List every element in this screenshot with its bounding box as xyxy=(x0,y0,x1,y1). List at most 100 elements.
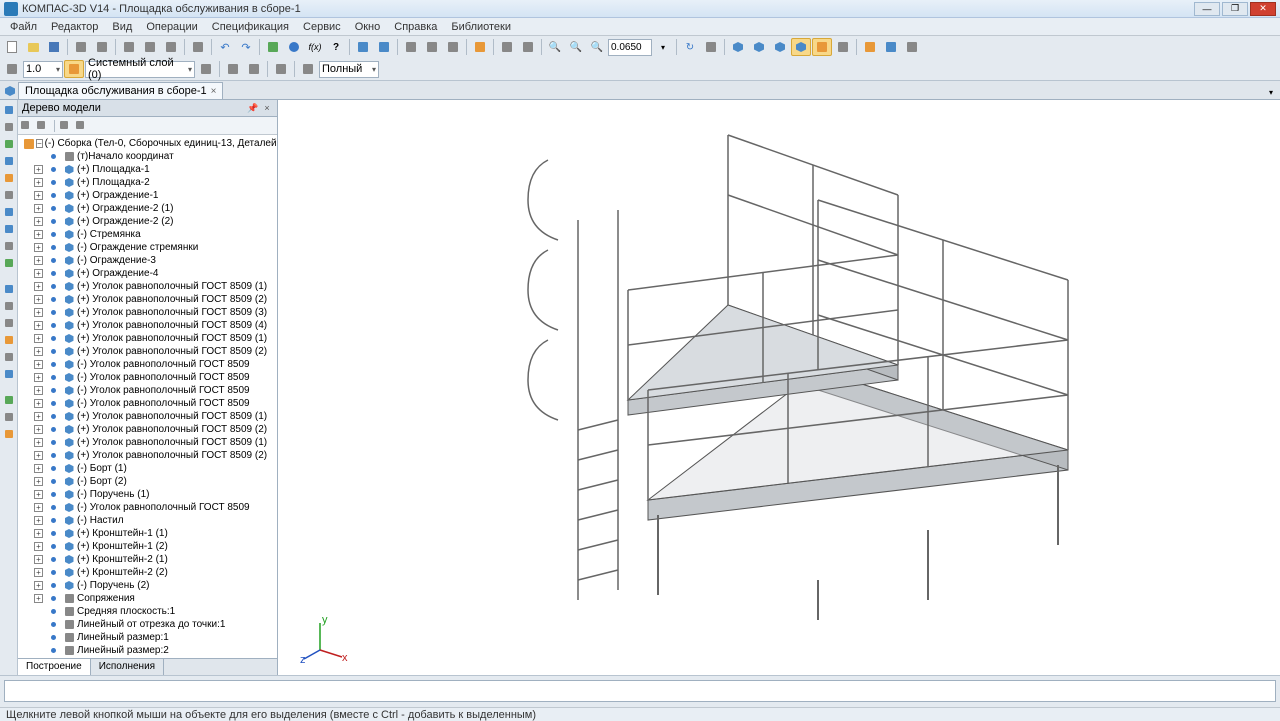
tool-i[interactable] xyxy=(833,38,853,56)
globe-button[interactable] xyxy=(284,38,304,56)
shade-edges-button[interactable] xyxy=(791,38,811,56)
orbit-button[interactable] xyxy=(701,38,721,56)
tree-node[interactable]: +(+) Уголок равнополочный ГОСТ 8509 (4) xyxy=(18,319,277,332)
menu-libraries[interactable]: Библиотеки xyxy=(445,20,517,34)
tree-node[interactable]: +(+) Уголок равнополочный ГОСТ 8509 (1) xyxy=(18,410,277,423)
document-tab[interactable]: Площадка обслуживания в сборе-1 × xyxy=(18,82,223,99)
zoom-out-button[interactable]: 🔍 xyxy=(566,38,586,56)
tree-node[interactable]: +(-) Уголок равнополочный ГОСТ 8509 xyxy=(18,501,277,514)
tool-j[interactable] xyxy=(860,38,880,56)
tree-close-button[interactable]: × xyxy=(261,102,273,114)
tool-g[interactable] xyxy=(497,38,517,56)
tree-node[interactable]: +(+) Площадка-1 xyxy=(18,163,277,176)
copy-button[interactable] xyxy=(140,38,160,56)
expand-icon[interactable]: + xyxy=(34,191,43,200)
menu-file[interactable]: Файл xyxy=(4,20,43,34)
expand-icon[interactable]: + xyxy=(34,581,43,590)
expand-icon[interactable]: + xyxy=(34,568,43,577)
expand-icon[interactable]: + xyxy=(34,230,43,239)
expand-icon[interactable]: − xyxy=(36,139,43,148)
tool-a[interactable] xyxy=(353,38,373,56)
expand-icon[interactable]: + xyxy=(34,217,43,226)
tool-q[interactable] xyxy=(298,60,318,78)
zoom-dropdown[interactable]: ▾ xyxy=(653,38,673,56)
hidden-button[interactable] xyxy=(749,38,769,56)
tree-tool-2[interactable] xyxy=(36,119,50,133)
layer-dropdown[interactable]: Системный слой (0) xyxy=(85,61,195,78)
tree-node[interactable]: +(+) Площадка-2 xyxy=(18,176,277,189)
open-button[interactable] xyxy=(23,38,43,56)
expand-icon[interactable]: + xyxy=(34,477,43,486)
print-preview-button[interactable] xyxy=(92,38,112,56)
tree-node[interactable]: +(-) Поручень (1) xyxy=(18,488,277,501)
document-tab-close[interactable]: × xyxy=(211,86,217,97)
tool-p[interactable] xyxy=(271,60,291,78)
side-tool-19[interactable] xyxy=(1,426,17,442)
tree-node[interactable]: +Сопряжения xyxy=(18,592,277,605)
tree-node[interactable]: +(+) Кронштейн-2 (2) xyxy=(18,566,277,579)
tool-n[interactable] xyxy=(223,60,243,78)
persp-button[interactable] xyxy=(812,38,832,56)
tool-f[interactable] xyxy=(470,38,490,56)
tree-tool-1[interactable] xyxy=(20,119,34,133)
tree-node[interactable]: +(+) Кронштейн-1 (2) xyxy=(18,540,277,553)
tool-m[interactable] xyxy=(196,60,216,78)
properties-button[interactable] xyxy=(188,38,208,56)
paste-button[interactable] xyxy=(161,38,181,56)
tree-node[interactable]: +(+) Уголок равнополочный ГОСТ 8509 (1) xyxy=(18,436,277,449)
tool-b[interactable] xyxy=(374,38,394,56)
wire-button[interactable] xyxy=(728,38,748,56)
side-tool-14[interactable] xyxy=(1,332,17,348)
tree-node[interactable]: +(+) Уголок равнополочный ГОСТ 8509 (2) xyxy=(18,423,277,436)
side-tool-3[interactable] xyxy=(1,136,17,152)
tool-c[interactable] xyxy=(401,38,421,56)
side-tool-13[interactable] xyxy=(1,315,17,331)
close-button[interactable]: ✕ xyxy=(1250,2,1276,16)
side-tool-2[interactable] xyxy=(1,119,17,135)
menu-edit[interactable]: Редактор xyxy=(45,20,104,34)
print-button[interactable] xyxy=(71,38,91,56)
expand-icon[interactable]: + xyxy=(34,594,43,603)
tree-node[interactable]: +(+) Ограждение-2 (2) xyxy=(18,215,277,228)
tree-root[interactable]: − (-) Сборка (Тел-0, Сборочных единиц-13… xyxy=(18,137,277,150)
tree-node[interactable]: +(-) Стремянка xyxy=(18,228,277,241)
3d-viewport[interactable]: y x z xyxy=(278,100,1280,675)
tool-e[interactable] xyxy=(443,38,463,56)
command-input[interactable] xyxy=(4,680,1276,702)
expand-icon[interactable]: + xyxy=(34,529,43,538)
expand-icon[interactable]: + xyxy=(34,373,43,382)
expand-icon[interactable]: + xyxy=(34,165,43,174)
expand-icon[interactable]: + xyxy=(34,308,43,317)
tree-node[interactable]: Средняя плоскость:1 xyxy=(18,605,277,618)
menu-help[interactable]: Справка xyxy=(388,20,443,34)
tree-node[interactable]: Линейный размер:2 xyxy=(18,644,277,657)
zoom-input[interactable] xyxy=(608,39,652,56)
refresh-button[interactable]: ↻ xyxy=(680,38,700,56)
menu-service[interactable]: Сервис xyxy=(297,20,347,34)
shade-button[interactable] xyxy=(770,38,790,56)
tree-node[interactable]: +(+) Уголок равнополочный ГОСТ 8509 (2) xyxy=(18,449,277,462)
side-tool-5[interactable] xyxy=(1,170,17,186)
side-tool-18[interactable] xyxy=(1,409,17,425)
scale-dropdown[interactable]: 1.0 xyxy=(23,61,63,78)
expand-icon[interactable]: + xyxy=(34,334,43,343)
new-button[interactable] xyxy=(2,38,22,56)
side-tool-12[interactable] xyxy=(1,298,17,314)
maximize-button[interactable]: ❐ xyxy=(1222,2,1248,16)
tree-node[interactable]: +(-) Ограждение стремянки xyxy=(18,241,277,254)
expand-icon[interactable]: + xyxy=(34,542,43,551)
expand-icon[interactable]: + xyxy=(34,204,43,213)
tree-tab-exec[interactable]: Исполнения xyxy=(91,659,164,675)
tree-node[interactable]: +(-) Ограждение-3 xyxy=(18,254,277,267)
tree-node[interactable]: +(+) Уголок равнополочный ГОСТ 8509 (3) xyxy=(18,306,277,319)
style-dropdown[interactable]: Полный xyxy=(319,61,379,78)
tree-tool-3[interactable] xyxy=(59,119,73,133)
expand-icon[interactable]: + xyxy=(34,386,43,395)
expand-icon[interactable]: + xyxy=(34,360,43,369)
menu-view[interactable]: Вид xyxy=(106,20,138,34)
tool-k[interactable] xyxy=(881,38,901,56)
tree-node[interactable]: +(+) Уголок равнополочный ГОСТ 8509 (1) xyxy=(18,332,277,345)
side-tool-11[interactable] xyxy=(1,281,17,297)
side-tool-4[interactable] xyxy=(1,153,17,169)
expand-icon[interactable]: + xyxy=(34,464,43,473)
